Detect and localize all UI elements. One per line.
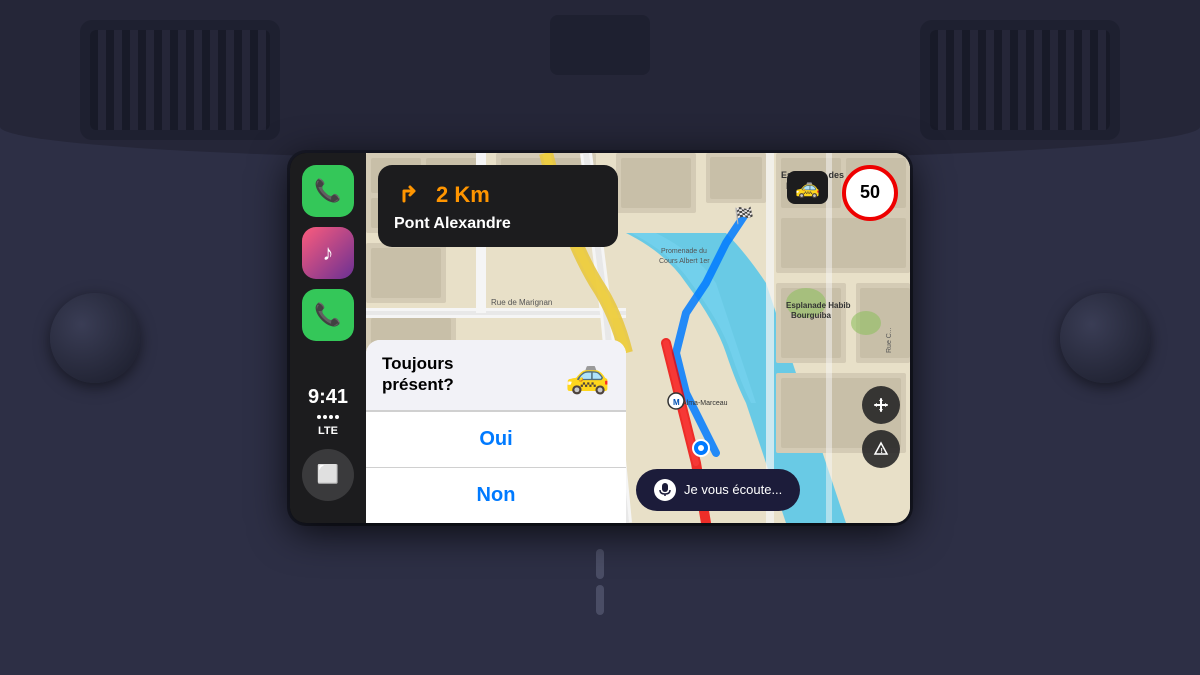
navigation-card: 2 Km Pont Alexandre — [378, 165, 618, 247]
taxi-map-popup: 🚕 — [787, 171, 828, 204]
dialog-header: Toujoursprésent? 🚕 — [366, 340, 626, 411]
mic-icon — [654, 479, 676, 501]
svg-text:Rue C...: Rue C... — [886, 327, 893, 353]
svg-text:M: M — [673, 398, 680, 407]
svg-text:Promenade du: Promenade du — [661, 248, 707, 255]
map-alert-button[interactable]: ! — [862, 430, 900, 468]
clock-time: 9:41 — [308, 385, 348, 409]
knob-right — [1060, 293, 1150, 383]
svg-text:Alma-Marceau: Alma-Marceau — [682, 400, 728, 407]
scroll-dot-2 — [596, 585, 604, 615]
svg-text:Bourguiba: Bourguiba — [791, 311, 832, 320]
sidebar-app-phone[interactable]: 📞 — [302, 289, 354, 341]
vent-right — [920, 20, 1120, 140]
presence-dialog: Toujoursprésent? 🚕 Oui Non — [366, 340, 626, 523]
svg-text:!: ! — [881, 448, 883, 455]
btn-no[interactable]: Non — [366, 467, 626, 523]
knob-left — [50, 293, 140, 383]
nav-distance: 2 Km — [436, 182, 490, 208]
map-controls: ! — [862, 386, 900, 468]
home-button[interactable]: ⬜ — [302, 449, 354, 501]
bottom-bar: Je vous écoute... — [636, 469, 860, 511]
scroll-dot-1 — [596, 549, 604, 579]
listen-button[interactable]: Je vous écoute... — [636, 469, 800, 511]
svg-text:🏁: 🏁 — [734, 206, 754, 225]
svg-text:Esplanade Habib: Esplanade Habib — [786, 301, 851, 310]
sidebar: 📞 ♪ 📞 9:41 LTE — [290, 153, 366, 523]
carplay-screen: 📞 ♪ 📞 9:41 LTE — [290, 153, 910, 523]
direction-row: 2 Km — [394, 179, 602, 211]
center-vent — [550, 15, 650, 75]
speed-limit-value: 50 — [860, 182, 880, 203]
btn-yes[interactable]: Oui — [366, 411, 626, 467]
dialog-taxi-icon: 🚕 — [565, 354, 610, 396]
map-area[interactable]: Rue de Marignan Promenade du Promenade d… — [366, 153, 910, 523]
speed-limit-sign: 50 — [842, 165, 898, 221]
scroll-indicator — [596, 549, 604, 615]
svg-text:Cours Albert 1er: Cours Albert 1er — [659, 258, 710, 265]
carrier-label: LTE — [318, 425, 338, 437]
turn-right-icon — [394, 179, 426, 211]
listen-label: Je vous écoute... — [684, 482, 782, 497]
signal-indicator — [317, 415, 339, 419]
sidebar-app-facetime[interactable]: 📞 — [302, 165, 354, 217]
map-pan-button[interactable] — [862, 386, 900, 424]
vent-left — [80, 20, 280, 140]
nav-street: Pont Alexandre — [394, 215, 602, 233]
dialog-title: Toujoursprésent? — [382, 354, 454, 395]
svg-text:Rue de Marignan: Rue de Marignan — [491, 298, 552, 307]
sidebar-app-music[interactable]: ♪ — [302, 227, 354, 279]
car-interior: 📞 ♪ 📞 9:41 LTE — [0, 0, 1200, 675]
